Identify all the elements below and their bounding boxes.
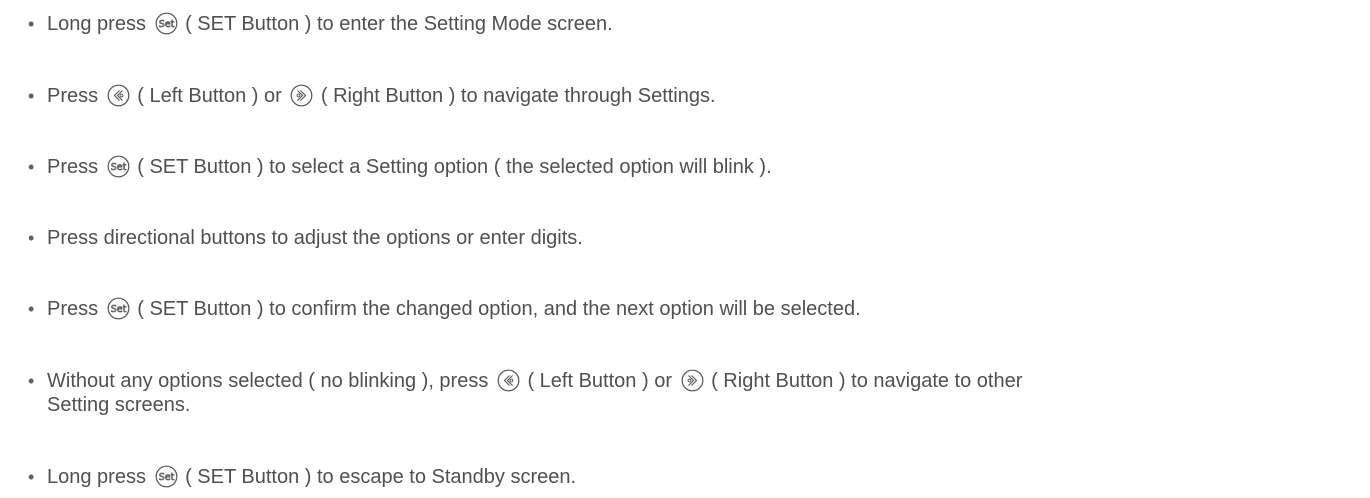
left-button-icon bbox=[497, 369, 520, 392]
set-button-icon: Set bbox=[107, 297, 130, 320]
bullet: • bbox=[28, 86, 35, 106]
instruction-text: Long press Set ( SET Button ) to escape … bbox=[47, 465, 577, 488]
svg-text:Set: Set bbox=[110, 162, 126, 173]
instruction-text: Press Set ( SET Button ) to select a Set… bbox=[47, 155, 772, 178]
bullet: • bbox=[28, 14, 35, 34]
set-button-icon: Set bbox=[155, 12, 178, 35]
bullet: • bbox=[28, 371, 35, 391]
bullet: • bbox=[28, 467, 35, 487]
instruction-text: Press ( Left Button ) or ( Right Button … bbox=[47, 84, 716, 107]
left-button-icon bbox=[107, 84, 130, 107]
bullet: • bbox=[28, 299, 35, 319]
set-button-icon: Set bbox=[107, 155, 130, 178]
instruction-text: Press Set ( SET Button ) to confirm the … bbox=[47, 297, 861, 320]
bullet: • bbox=[28, 228, 35, 248]
right-button-icon bbox=[681, 369, 704, 392]
instruction-text: Without any options selected ( no blinki… bbox=[47, 369, 1023, 416]
bullet: • bbox=[28, 157, 35, 177]
instruction-text: Press directional buttons to adjust the … bbox=[47, 227, 583, 249]
instruction-text: Long press Set ( SET Button ) to enter t… bbox=[47, 12, 613, 35]
svg-text:Set: Set bbox=[110, 304, 126, 315]
svg-text:Set: Set bbox=[158, 472, 174, 483]
right-button-icon bbox=[290, 84, 313, 107]
svg-text:Set: Set bbox=[158, 19, 174, 30]
set-button-icon: Set bbox=[155, 465, 178, 488]
